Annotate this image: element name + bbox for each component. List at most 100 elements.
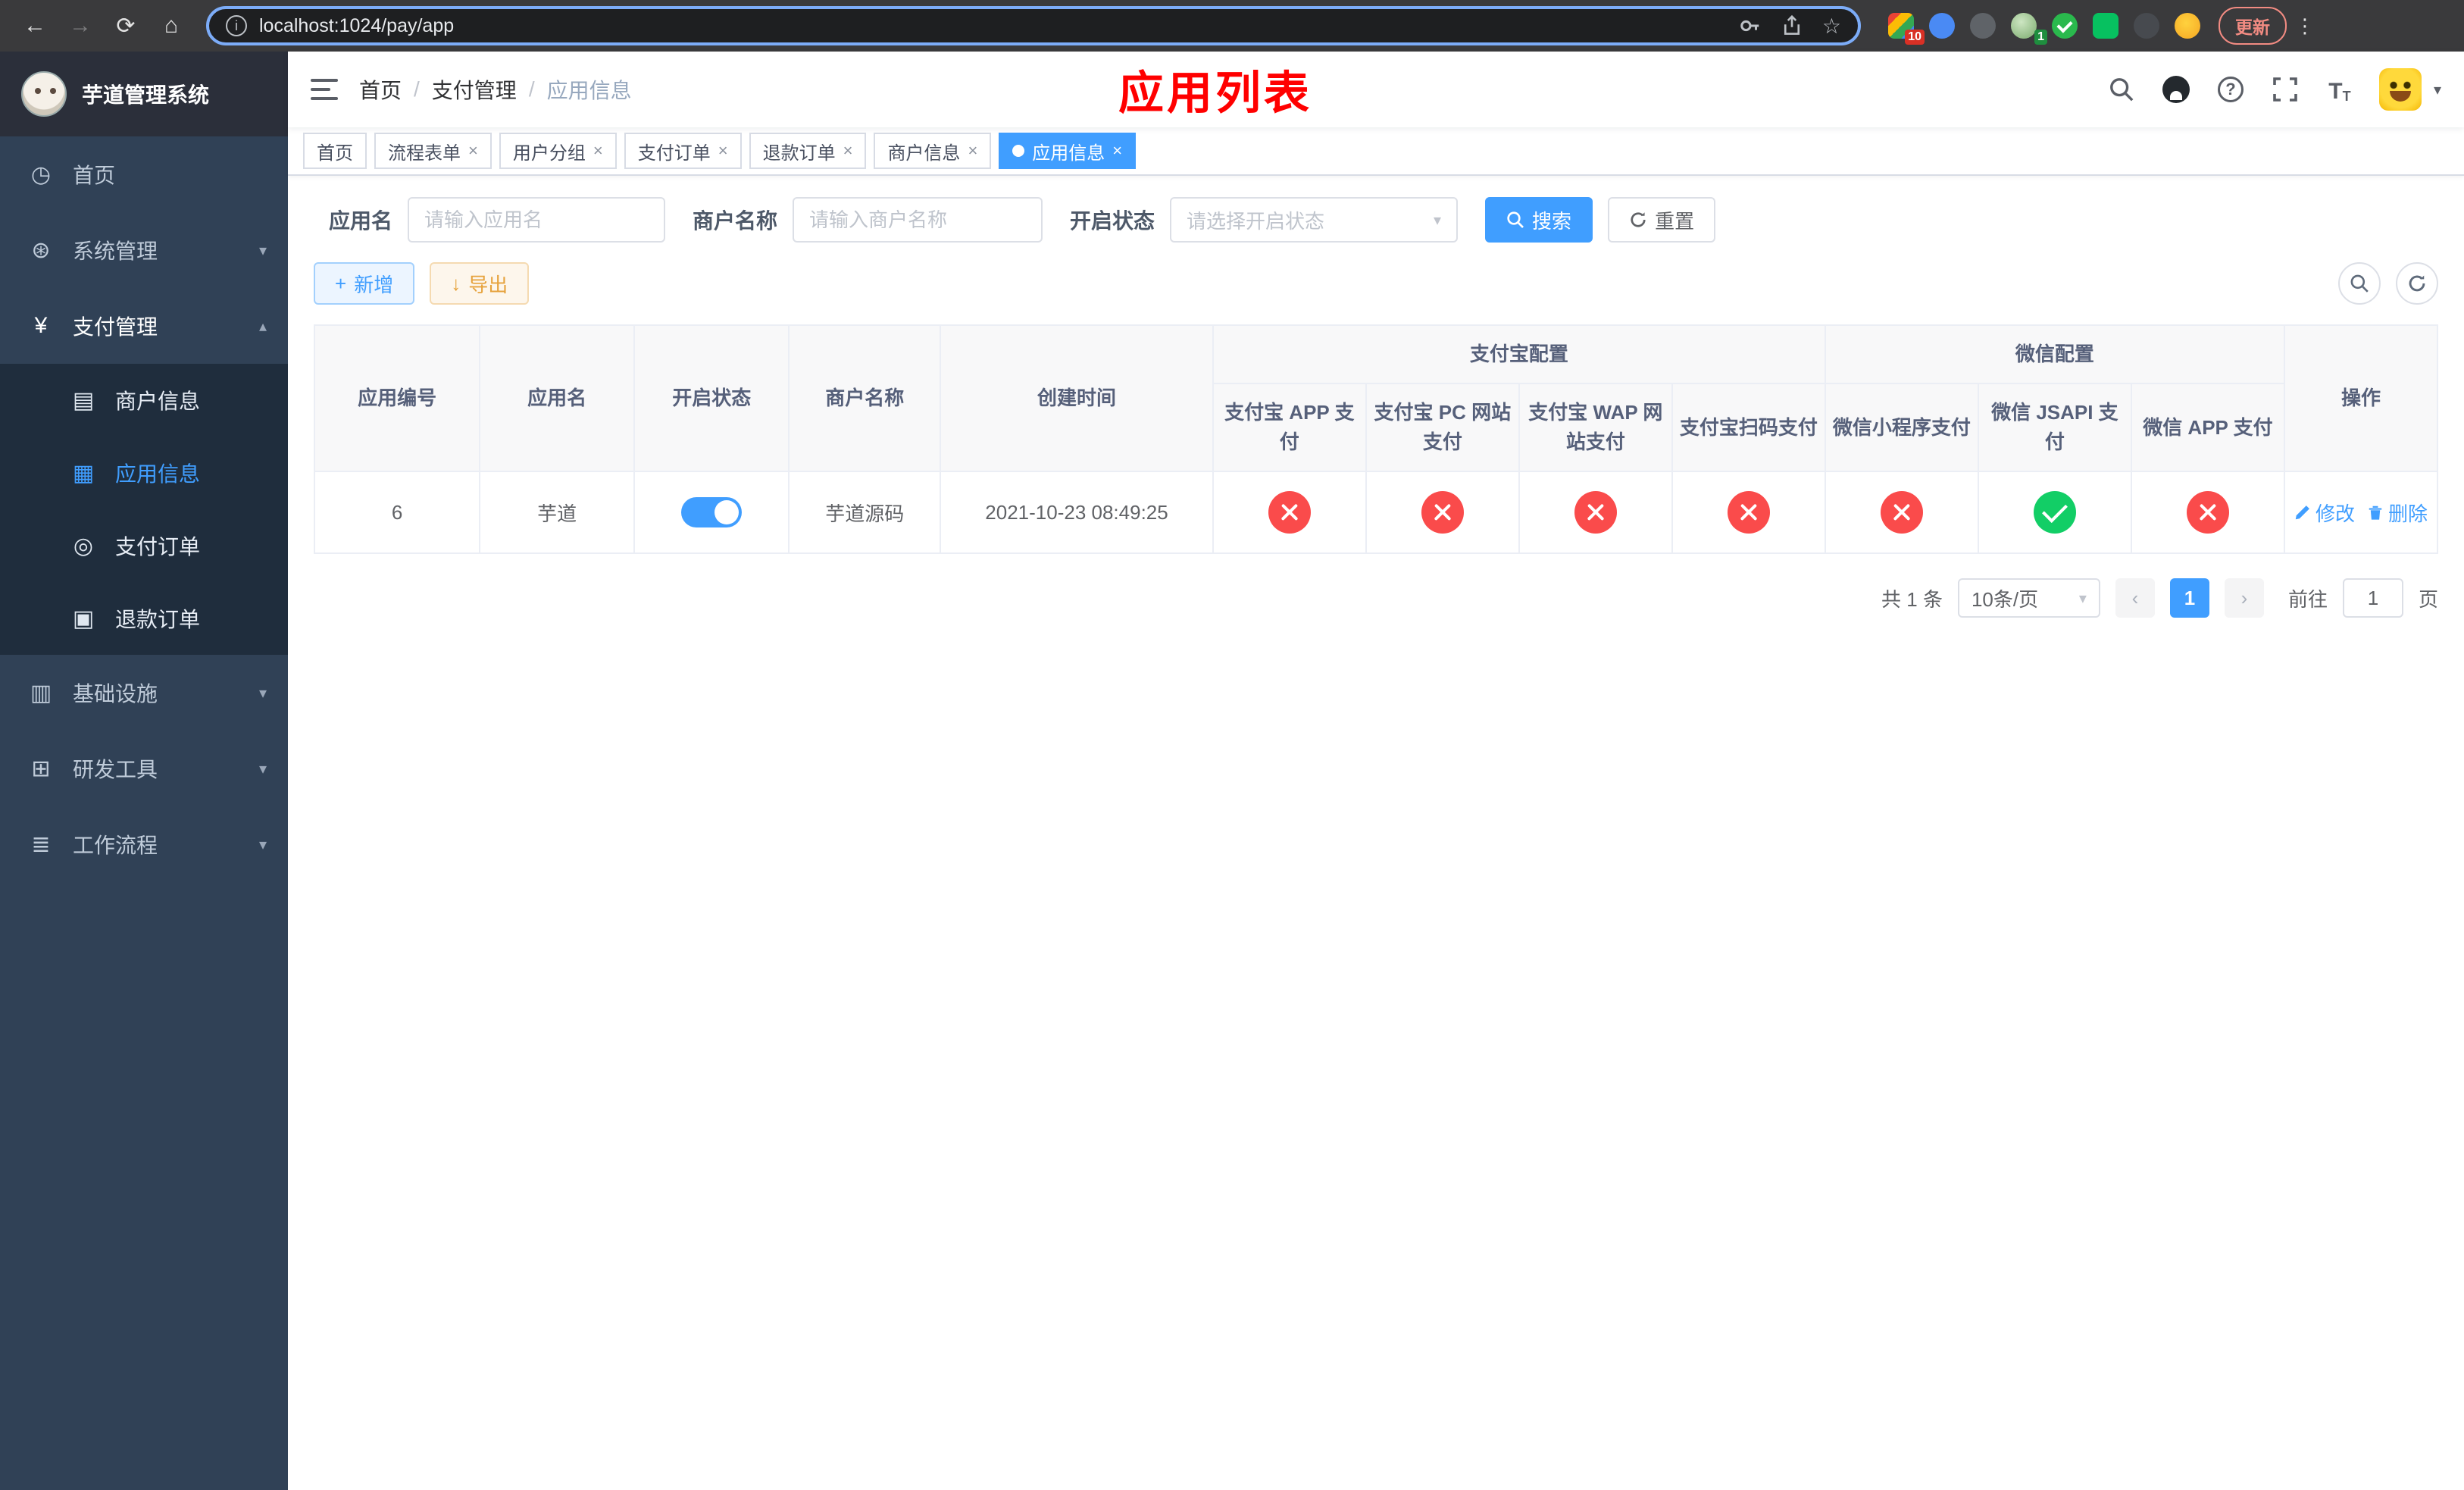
user-avatar[interactable] [2378, 68, 2422, 111]
status-toggle[interactable] [681, 497, 743, 527]
col-alipay-pc: 支付宝 PC 网站支付 [1365, 383, 1520, 472]
app-logo[interactable]: 芋道管理系统 [0, 52, 288, 136]
cell-alipay-app [1212, 471, 1367, 554]
share-icon[interactable] [1781, 14, 1803, 37]
tab-user-group[interactable]: 用户分组 × [499, 133, 617, 169]
close-icon[interactable]: × [468, 142, 478, 159]
app-name-input[interactable] [408, 197, 666, 243]
fullscreen-icon[interactable] [2270, 74, 2300, 105]
extension-icon-green-check[interactable] [2052, 13, 2078, 39]
extension-icon-wechat[interactable] [2093, 13, 2118, 39]
github-icon[interactable] [2161, 74, 2191, 105]
browser-update-button[interactable]: 更新 [2219, 7, 2287, 45]
status-label: 开启状态 [1070, 209, 1155, 233]
password-key-icon[interactable] [1739, 14, 1762, 37]
col-wechat-mini: 微信小程序支付 [1824, 383, 1979, 472]
sidebar-item-dev-tools[interactable]: ⊞ 研发工具 ▾ [0, 731, 288, 806]
sidebar-item-infra[interactable]: ▥ 基础设施 ▾ [0, 655, 288, 731]
breadcrumb-payment[interactable]: 支付管理 [432, 74, 517, 105]
disabled-icon [1727, 491, 1770, 534]
chevron-down-icon: ▾ [258, 836, 267, 853]
tab-process-form[interactable]: 流程表单 × [374, 133, 492, 169]
tab-app-info[interactable]: 应用信息 × [999, 133, 1137, 169]
edit-link[interactable]: 修改 [2294, 499, 2355, 527]
bookmark-star-icon[interactable]: ☆ [1822, 14, 1841, 39]
extension-badge: 10 [1905, 30, 1925, 45]
sidebar-item-system[interactable]: ⊛ 系统管理 ▾ [0, 212, 288, 288]
sidebar-item-pay-order[interactable]: ◎ 支付订单 [0, 509, 288, 582]
close-icon[interactable]: × [718, 142, 728, 159]
refresh-icon[interactable] [2396, 262, 2438, 305]
sidebar-item-payment[interactable]: ¥ 支付管理 ▴ [0, 288, 288, 364]
close-icon[interactable]: × [843, 142, 853, 159]
browser-forward-button[interactable]: → [61, 6, 100, 45]
pagination-total: 共 1 条 [1881, 587, 1943, 611]
filter-form: 应用名 商户名称 开启状态 请选择开启状态 ▾ 搜索 重置 [314, 197, 2438, 243]
app-table: 应用编号 应用名 开启状态 商户名称 创建时间 支付宝配置 微信配置 操作 支付… [313, 324, 2439, 554]
sidebar-item-home[interactable]: ◷ 首页 [0, 136, 288, 212]
close-icon[interactable]: × [968, 142, 977, 159]
extension-icon-emoji[interactable] [2175, 13, 2200, 39]
export-button[interactable]: ↓ 导出 [430, 262, 530, 305]
close-icon[interactable]: × [593, 142, 603, 159]
breadcrumb-home[interactable]: 首页 [359, 74, 402, 105]
extension-icon-pin[interactable] [2134, 13, 2159, 39]
merchant-name-input[interactable] [793, 197, 1043, 243]
table-row: 6 芋道 芋道源码 2021-10-23 08:49:25 修改 删除 [313, 471, 2439, 554]
url-text[interactable]: localhost:1024/pay/app [259, 15, 1727, 37]
chevron-down-icon: ▾ [258, 242, 267, 259]
cell-wechat-mini [1824, 471, 1979, 554]
col-wechat-app: 微信 APP 支付 [2130, 383, 2285, 472]
browser-menu-icon[interactable]: ⋮ [2293, 16, 2317, 36]
reset-button[interactable]: 重置 [1608, 197, 1716, 243]
delete-link[interactable]: 删除 [2367, 499, 2428, 527]
sidebar-item-refund-order[interactable]: ▣ 退款订单 [0, 582, 288, 655]
next-page-button[interactable]: › [2224, 578, 2264, 618]
status-select[interactable]: 请选择开启状态 ▾ [1170, 197, 1459, 243]
help-icon[interactable]: ? [2215, 74, 2246, 105]
extensions-tray: 10 1 [1876, 13, 2212, 45]
site-info-icon[interactable]: i [226, 15, 247, 36]
disabled-icon [2186, 491, 2229, 534]
dashboard-icon: ◷ [30, 161, 52, 187]
plus-icon: + [335, 271, 347, 295]
active-dot [1012, 145, 1025, 157]
tab-pay-order[interactable]: 支付订单 × [624, 133, 742, 169]
font-size-icon[interactable]: TT [2325, 74, 2355, 105]
goto-page-input[interactable] [2342, 578, 2403, 618]
close-icon[interactable]: × [1112, 142, 1122, 159]
chevron-down-icon: ▾ [2078, 590, 2087, 607]
sidebar-item-merchant-info[interactable]: ▤ 商户信息 [0, 364, 288, 437]
prev-page-button[interactable]: ‹ [2115, 578, 2155, 618]
extension-icon-dark[interactable] [1970, 13, 1996, 39]
tab-merchant-info[interactable]: 商户信息 × [874, 133, 992, 169]
col-wechat-jsapi: 微信 JSAPI 支付 [1977, 383, 2132, 472]
page-size-select[interactable]: 10条/页 ▾ [1957, 578, 2100, 618]
address-bar[interactable]: i localhost:1024/pay/app ☆ [206, 6, 1861, 45]
tab-home[interactable]: 首页 [303, 133, 367, 169]
browser-reload-button[interactable]: ⟳ [106, 6, 145, 45]
browser-home-button[interactable]: ⌂ [152, 6, 191, 45]
extension-icon-blue[interactable] [1929, 13, 1955, 39]
browser-back-button[interactable]: ← [15, 6, 55, 45]
sidebar-item-workflow[interactable]: ≣ 工作流程 ▾ [0, 806, 288, 882]
top-navbar: 首页 / 支付管理 / 应用信息 应用列表 ? TT ▾ [288, 52, 2464, 127]
disabled-icon [1880, 491, 1923, 534]
toggle-search-icon[interactable] [2338, 262, 2381, 305]
menu-fold-icon[interactable] [311, 79, 338, 100]
search-icon[interactable] [2106, 74, 2137, 105]
grid-icon: ▦ [72, 460, 95, 486]
page-annotation-title: 应用列表 [1118, 67, 1312, 119]
avatar-caret-icon[interactable]: ▾ [2434, 80, 2441, 99]
col-operations: 操作 [2283, 324, 2439, 472]
sidebar-item-app-info[interactable]: ▦ 应用信息 [0, 437, 288, 509]
current-page-button[interactable]: 1 [2169, 578, 2209, 618]
search-button[interactable]: 搜索 [1485, 197, 1593, 243]
extension-icon-colorful[interactable]: 10 [1888, 13, 1925, 45]
group-alipay-config: 支付宝配置 [1212, 324, 1826, 384]
disabled-icon [1574, 491, 1617, 534]
add-button[interactable]: + 新增 [314, 262, 415, 305]
extension-icon-avatar[interactable]: 1 [2011, 13, 2047, 45]
sidebar-item-label: 研发工具 [73, 758, 158, 781]
tab-refund-order[interactable]: 退款订单 × [749, 133, 867, 169]
